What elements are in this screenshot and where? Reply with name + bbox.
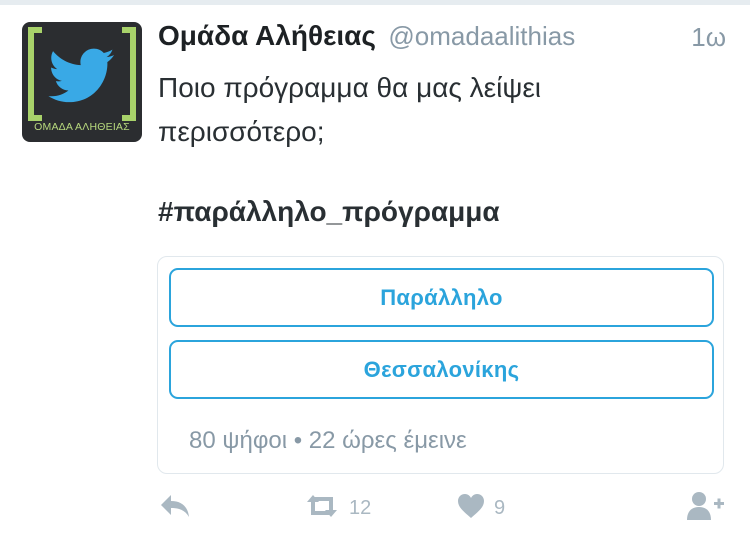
avatar[interactable]: ΟΜΑΔΑ ΑΛΗΘΕΙΑΣ bbox=[22, 22, 142, 142]
follow-button[interactable] bbox=[686, 490, 726, 526]
tweet-header: Ομάδα Αλήθειας @omadaalithias 1ω bbox=[158, 20, 726, 60]
tweet-text-line: περισσότερο; bbox=[158, 116, 325, 147]
reply-button[interactable] bbox=[158, 490, 192, 526]
poll-option-button[interactable]: Θεσσαλονίκης bbox=[169, 340, 714, 399]
retweet-icon bbox=[303, 492, 341, 525]
retweet-count: 12 bbox=[349, 496, 372, 519]
like-button[interactable]: 9 bbox=[456, 490, 505, 526]
avatar-caption: ΟΜΑΔΑ ΑΛΗΘΕΙΑΣ bbox=[34, 121, 130, 133]
tweet-actions: 12 9 bbox=[158, 490, 728, 526]
user-handle[interactable]: @omadaalithias bbox=[388, 21, 575, 51]
hashtag-link[interactable]: #παράλληλο_πρόγραμμα bbox=[158, 196, 500, 228]
poll-status-text: 80 ψήφοι • 22 ώρες έμεινε bbox=[189, 427, 467, 454]
follow-user-icon bbox=[686, 490, 726, 527]
reply-icon bbox=[158, 492, 192, 525]
top-divider bbox=[0, 0, 750, 5]
heart-icon bbox=[456, 492, 486, 525]
tweet-timestamp[interactable]: 1ω bbox=[691, 22, 726, 53]
retweet-button[interactable]: 12 bbox=[303, 490, 371, 526]
like-count: 9 bbox=[494, 496, 506, 519]
display-name[interactable]: Ομάδα Αλήθειας bbox=[158, 20, 376, 51]
tweet-text: Ποιο πρόγραμμα θα μας λείψει περισσότερο… bbox=[158, 66, 718, 154]
tweet-text-line: Ποιο πρόγραμμα θα μας λείψει bbox=[158, 72, 542, 103]
poll-option-button[interactable]: Παράλληλο bbox=[169, 268, 714, 327]
poll-card: Παράλληλο Θεσσαλονίκης 80 ψήφοι • 22 ώρε… bbox=[157, 256, 724, 474]
